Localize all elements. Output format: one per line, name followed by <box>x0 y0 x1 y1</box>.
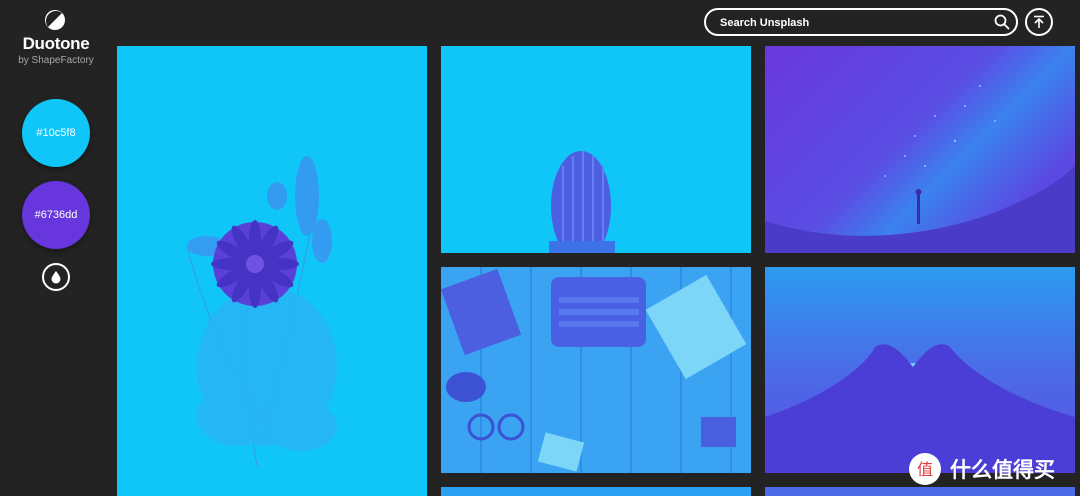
photo-partial-2[interactable] <box>765 487 1075 496</box>
desk-image <box>441 267 747 473</box>
photo-cactus[interactable] <box>441 46 751 253</box>
search-box[interactable] <box>704 8 1018 36</box>
drop-icon <box>51 271 61 284</box>
arrow-to-top-icon <box>1034 15 1044 28</box>
watermark-text: 什么值得买 <box>950 459 1055 482</box>
photo-heart-hands[interactable] <box>765 267 1075 473</box>
half-circle-logo-icon[interactable] <box>44 9 66 31</box>
search-icon[interactable] <box>994 14 1010 30</box>
sidebar: Duotone by ShapeFactory #10c5f8 #6736dd <box>0 0 112 496</box>
drop-button[interactable] <box>42 263 70 291</box>
photo-partial-1[interactable] <box>441 487 751 496</box>
app-title: Duotone <box>22 34 90 53</box>
scroll-to-top-button[interactable] <box>1025 8 1053 36</box>
heart-hands-image <box>765 344 1075 473</box>
secondary-color-swatch[interactable]: #6736dd <box>22 181 90 249</box>
milky-way-image <box>765 85 1075 253</box>
secondary-color-label: #6736dd <box>34 209 78 221</box>
photo-desk[interactable] <box>441 267 751 473</box>
flower-image <box>186 156 337 467</box>
primary-color-swatch[interactable]: #10c5f8 <box>22 99 90 167</box>
primary-color-label: #10c5f8 <box>36 127 76 139</box>
app-subtitle: by ShapeFactory <box>18 55 94 66</box>
search-input[interactable] <box>718 10 982 36</box>
photo-flower[interactable] <box>117 46 427 496</box>
watermark: 值 什么值得买 <box>908 452 1074 486</box>
cactus-image <box>549 151 615 253</box>
photo-milky-way[interactable] <box>765 46 1075 253</box>
svg-text:值: 值 <box>917 460 933 479</box>
watermark-logo-icon: 值 <box>909 453 941 485</box>
